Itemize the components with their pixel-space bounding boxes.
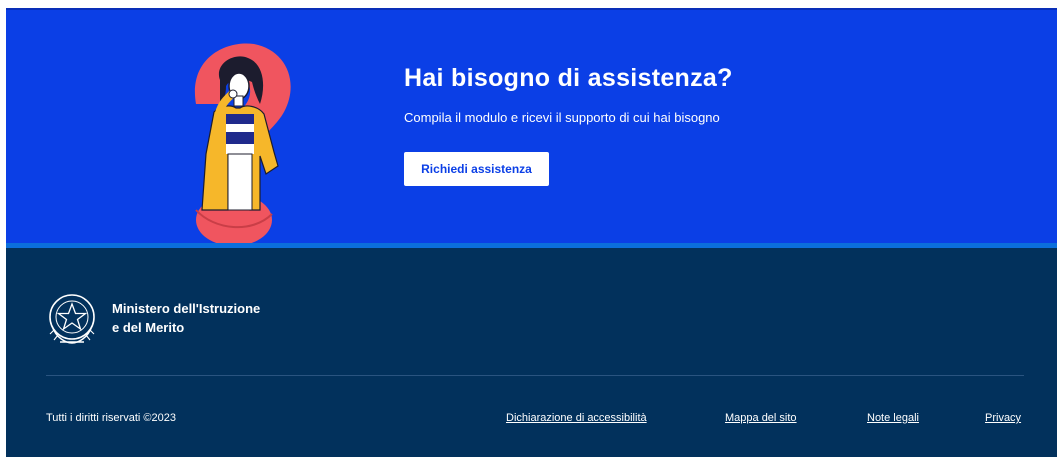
- banner-title: Hai bisogno di assistenza?: [404, 64, 733, 92]
- page-frame: Hai bisogno di assistenza? Compila il mo…: [6, 8, 1057, 457]
- assistance-banner: Hai bisogno di assistenza? Compila il mo…: [6, 8, 1057, 246]
- site-footer: Ministero dell'Istruzione e del Merito T…: [6, 248, 1057, 457]
- banner-subtitle: Compila il modulo e ricevi il supporto d…: [404, 110, 720, 125]
- ministry-name-line-1: Ministero dell'Istruzione: [112, 301, 261, 316]
- footer-links: Dichiarazione di accessibilità Mappa del…: [6, 412, 1026, 428]
- ministry-name: Ministero dell'Istruzione e del Merito: [112, 299, 312, 337]
- request-assistance-button[interactable]: Richiedi assistenza: [404, 152, 549, 186]
- privacy-link[interactable]: Privacy: [985, 412, 1021, 424]
- accessibility-statement-link[interactable]: Dichiarazione di accessibilità: [506, 412, 647, 424]
- sitemap-link[interactable]: Mappa del sito: [725, 412, 797, 424]
- italian-republic-emblem-icon[interactable]: [46, 290, 98, 346]
- ministry-name-line-2: e del Merito: [112, 320, 185, 335]
- footer-divider: [46, 375, 1024, 376]
- person-thinking-illustration: [194, 43, 291, 246]
- legal-notes-link[interactable]: Note legali: [867, 412, 919, 424]
